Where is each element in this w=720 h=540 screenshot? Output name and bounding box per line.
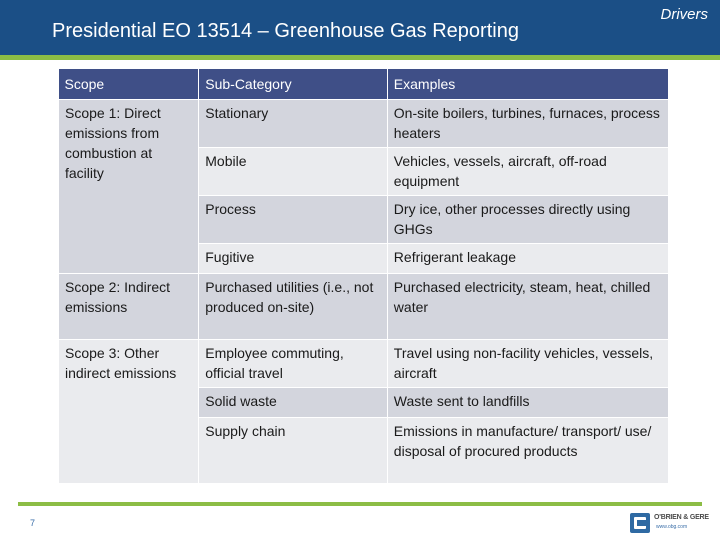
examples-cell: Dry ice, other processes directly using …: [386, 195, 670, 244]
sub-category-cell: Solid waste: [198, 387, 388, 418]
sub-category-cell: Process: [198, 195, 388, 244]
page-number: 7: [30, 518, 36, 528]
examples-cell: Refrigerant leakage: [386, 243, 670, 274]
sub-category-cell: Fugitive: [198, 243, 388, 274]
table-row: Scope 3: Other indirect emissions Employ…: [57, 339, 670, 484]
examples-cell: Waste sent to landfills: [386, 387, 670, 418]
column-header-sub-category: Sub-Category: [198, 69, 388, 100]
sub-category-cell: Mobile: [198, 147, 388, 196]
sub-category-cell: Purchased utilities (i.e., not produced …: [198, 273, 388, 340]
examples-cell: Travel using non-facility vehicles, vess…: [386, 339, 670, 388]
header-accent-stripe: [0, 55, 720, 60]
footer-divider: [18, 502, 702, 506]
examples-cell: On-site boilers, turbines, furnaces, pro…: [386, 99, 670, 148]
section-label: Drivers: [660, 6, 709, 23]
sub-category-cell: Supply chain: [198, 417, 388, 484]
title-bar: Drivers Presidential EO 13514 – Greenhou…: [0, 0, 720, 55]
scope-cell: Scope 3: Other indirect emissions: [57, 339, 200, 484]
scope-cell: Scope 2: Indirect emissions: [57, 273, 200, 340]
ghg-scope-table: Scope Sub-Category Examples Scope 1: Dir…: [57, 69, 670, 484]
company-logo: O'BRIEN & GERE www.obg.com: [630, 513, 718, 535]
table-header-row: Scope Sub-Category Examples: [58, 69, 670, 100]
sub-category-cell: Stationary: [198, 99, 388, 148]
logo-url: www.obg.com: [656, 524, 688, 530]
column-header-scope: Scope: [58, 69, 200, 100]
logo-name: O'BRIEN & GERE: [654, 514, 709, 521]
table-row: Scope 1: Direct emissions from combustio…: [57, 99, 670, 274]
column-header-examples: Examples: [387, 69, 670, 100]
examples-cell: Purchased electricity, steam, heat, chil…: [386, 273, 670, 340]
logo-mark-icon: [630, 513, 650, 533]
examples-cell: Vehicles, vessels, aircraft, off-road eq…: [386, 147, 670, 196]
examples-cell: Emissions in manufacture/ transport/ use…: [386, 417, 670, 484]
scope-cell: Scope 1: Direct emissions from combustio…: [57, 99, 200, 274]
sub-category-cell: Employee commuting, official travel: [198, 339, 388, 388]
slide-title: Presidential EO 13514 – Greenhouse Gas R…: [52, 20, 519, 42]
table-row: Scope 2: Indirect emissions Purchased ut…: [57, 273, 670, 340]
